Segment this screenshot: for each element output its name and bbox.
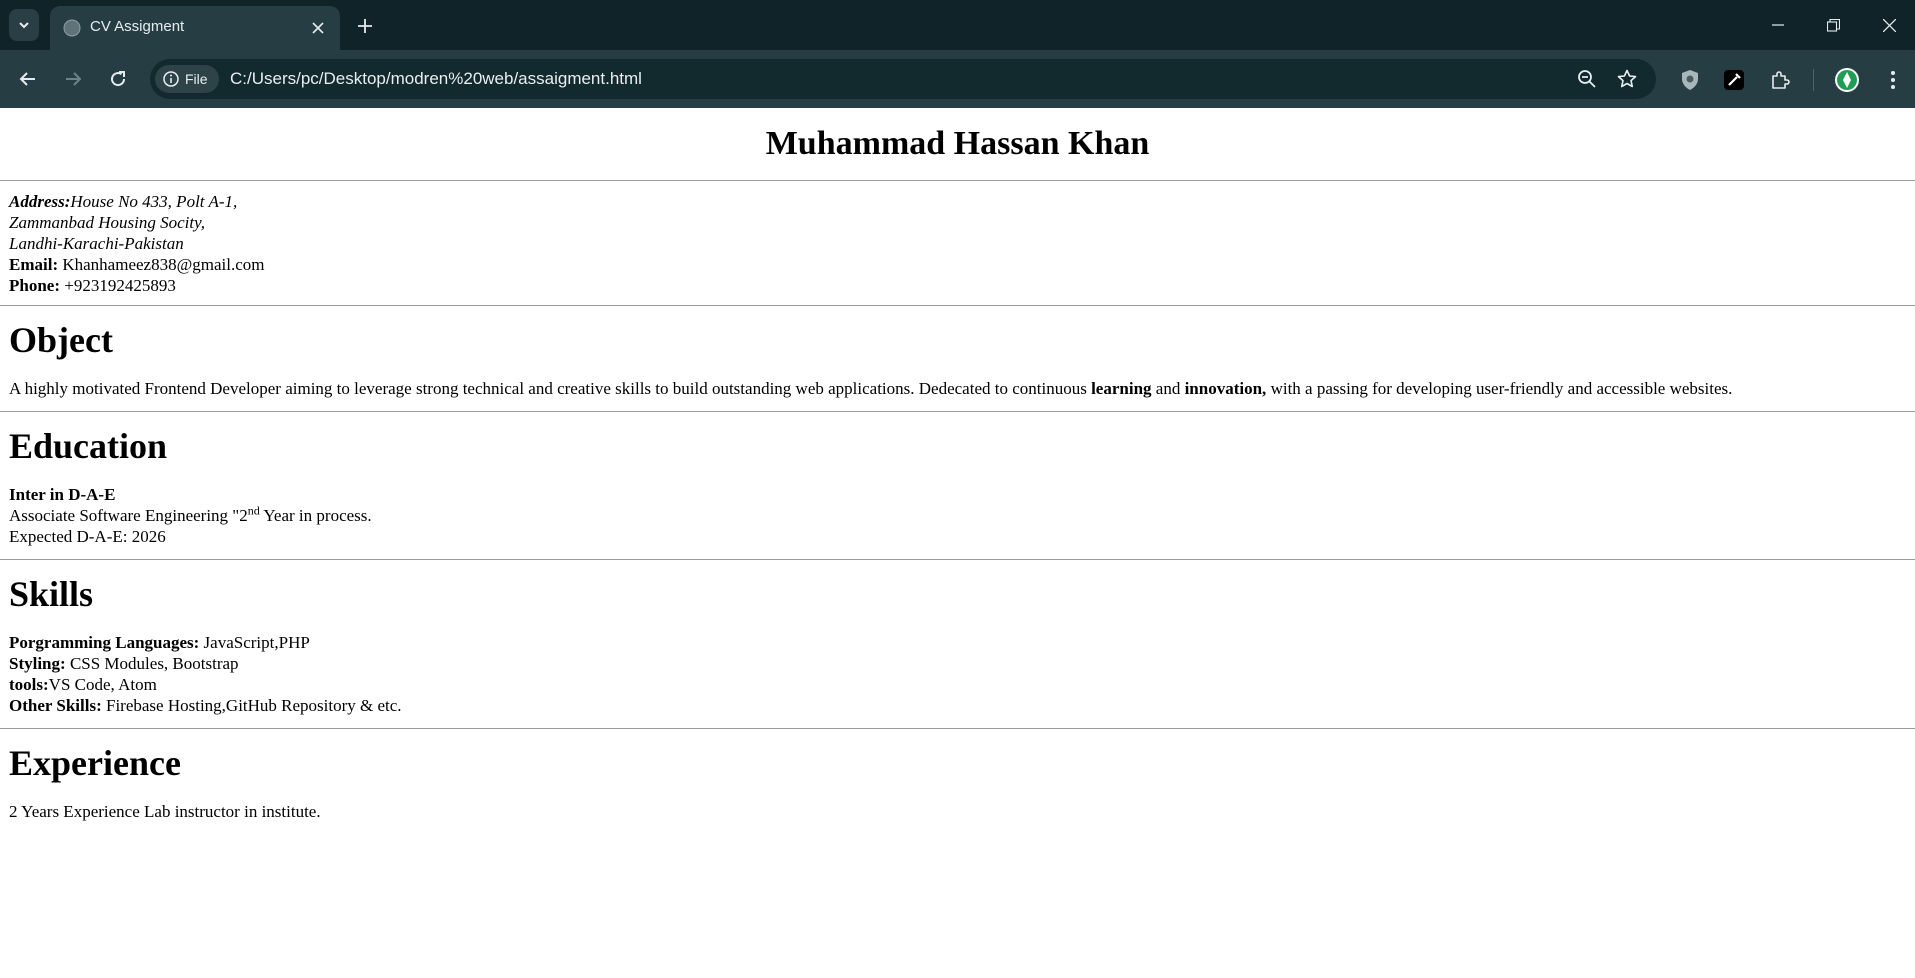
address-line-3: Landhi-Karachi-Pakistan bbox=[9, 234, 184, 253]
object-bold-innovation: innovation, bbox=[1184, 379, 1267, 398]
extensions-button[interactable] bbox=[1767, 67, 1793, 93]
profile-avatar-icon bbox=[1835, 68, 1859, 92]
puzzle-extensions-icon bbox=[1772, 71, 1790, 89]
shield-extension-icon bbox=[1682, 70, 1698, 90]
minimize-icon bbox=[1772, 24, 1784, 26]
window-close-button[interactable] bbox=[1876, 12, 1902, 38]
education-text: Year in process. bbox=[259, 506, 372, 525]
email-line: Email: Khanhameez838@gmail.com bbox=[9, 254, 1906, 275]
email-value: Khanhameez838@gmail.com bbox=[58, 255, 265, 274]
skill-value: CSS Modules, Bootstrap bbox=[65, 654, 239, 673]
skill-label: Porgramming Languages: bbox=[9, 633, 200, 652]
skill-value: VS Code, Atom bbox=[48, 675, 157, 694]
plus-icon bbox=[358, 19, 372, 33]
star-icon bbox=[1617, 69, 1637, 88]
skills-list: Porgramming Languages: JavaScript,PHP St… bbox=[9, 632, 1906, 716]
minimize-button[interactable] bbox=[1765, 12, 1791, 38]
shield-extension-button[interactable] bbox=[1677, 67, 1703, 93]
address-line-1: Address:House No 433, Polt A-1, bbox=[9, 191, 1906, 212]
education-sup: nd bbox=[247, 503, 260, 518]
browser-toolbar: File C:/Users/pc/Desktop/modren%20web/as… bbox=[0, 50, 1915, 108]
browser-menu-button[interactable] bbox=[1880, 67, 1906, 93]
skill-label: Other Skills: bbox=[9, 696, 102, 715]
education-line-2: Expected D-A-E: 2026 bbox=[9, 527, 166, 546]
address-value-1: House No 433, Polt A-1, bbox=[70, 192, 238, 211]
address-label: Address: bbox=[9, 192, 71, 211]
skills-heading: Skills bbox=[9, 574, 94, 614]
forward-button[interactable] bbox=[60, 66, 86, 92]
skill-item: tools:VS Code, Atom bbox=[9, 674, 1906, 695]
bookmark-button[interactable] bbox=[1615, 67, 1639, 91]
education-degree: Inter in D-A-E bbox=[9, 484, 1906, 505]
browser-tab-active[interactable]: CV Assigment bbox=[50, 6, 340, 50]
globe-icon bbox=[63, 19, 81, 37]
education-block: Inter in D-A-E Associate Software Engine… bbox=[9, 484, 1906, 547]
menu-kebab-icon bbox=[1891, 71, 1895, 89]
divider bbox=[0, 305, 1915, 306]
close-icon bbox=[312, 22, 324, 34]
divider bbox=[0, 559, 1915, 560]
education-text: Associate Software Engineering "2 bbox=[9, 506, 248, 525]
zoom-button[interactable] bbox=[1575, 67, 1599, 91]
object-text-part: with a passing for developing user-frien… bbox=[1266, 379, 1733, 398]
tab-list-icon bbox=[19, 22, 29, 29]
eyedropper-extension-icon bbox=[1724, 70, 1744, 90]
reload-button[interactable] bbox=[105, 66, 131, 92]
object-bold-learning: learning bbox=[1091, 379, 1152, 398]
url-text[interactable]: C:/Users/pc/Desktop/modren%20web/assaigm… bbox=[230, 69, 642, 89]
tab-title: CV Assigment bbox=[90, 18, 185, 35]
address-line-2: Zammanbad Housing Socity, bbox=[9, 213, 205, 232]
divider bbox=[0, 411, 1915, 412]
email-label: Email: bbox=[9, 255, 59, 274]
education-heading: Education bbox=[9, 426, 168, 466]
phone-value: +923192425893 bbox=[60, 276, 176, 295]
skill-item: Other Skills: Firebase Hosting,GitHub Re… bbox=[9, 695, 1906, 716]
reload-icon bbox=[111, 71, 126, 87]
skill-value: JavaScript,PHP bbox=[199, 633, 310, 652]
window-close-icon bbox=[1882, 18, 1896, 32]
divider bbox=[0, 728, 1915, 729]
experience-text: 2 Years Experience Lab instructor in ins… bbox=[9, 802, 321, 821]
address-bar[interactable]: File C:/Users/pc/Desktop/modren%20web/as… bbox=[150, 59, 1656, 99]
profile-button[interactable] bbox=[1834, 67, 1860, 93]
skill-label: tools: bbox=[9, 675, 49, 694]
site-info-chip[interactable]: File bbox=[155, 65, 219, 93]
phone-label: Phone: bbox=[9, 276, 60, 295]
skill-item: Porgramming Languages: JavaScript,PHP bbox=[9, 632, 1906, 653]
tab-strip: CV Assigment bbox=[0, 0, 1915, 50]
restore-icon bbox=[1826, 18, 1840, 32]
back-icon bbox=[19, 72, 35, 86]
divider bbox=[0, 180, 1915, 181]
restore-button[interactable] bbox=[1820, 12, 1846, 38]
object-text: A highly motivated Frontend Developer ai… bbox=[9, 378, 1906, 399]
skill-value: Firebase Hosting,GitHub Repository & etc… bbox=[101, 696, 402, 715]
degree-title: Inter in D-A-E bbox=[9, 485, 116, 504]
site-info-label: File bbox=[185, 71, 208, 87]
tab-close-button[interactable] bbox=[308, 18, 328, 38]
tab-list-button[interactable] bbox=[9, 9, 39, 41]
experience-heading: Experience bbox=[9, 743, 181, 783]
eyedropper-extension-button[interactable] bbox=[1721, 67, 1747, 93]
object-heading: Object bbox=[9, 320, 113, 360]
forward-icon bbox=[66, 72, 82, 86]
skill-item: Styling: CSS Modules, Bootstrap bbox=[9, 653, 1906, 674]
skill-label: Styling: bbox=[9, 654, 66, 673]
object-text-part: A highly motivated Frontend Developer ai… bbox=[9, 379, 1092, 398]
phone-line: Phone: +923192425893 bbox=[9, 275, 1906, 296]
back-button[interactable] bbox=[15, 66, 41, 92]
education-line-1: Associate Software Engineering "2nd Year… bbox=[9, 503, 1906, 526]
new-tab-button[interactable] bbox=[352, 13, 378, 39]
zoom-out-icon bbox=[1578, 70, 1596, 88]
object-text-part: and bbox=[1151, 379, 1185, 398]
cv-page: Muhammad Hassan Khan Address:House No 43… bbox=[0, 120, 1915, 822]
contact-block: Address:House No 433, Polt A-1, Zammanba… bbox=[9, 191, 1906, 296]
page-title: Muhammad Hassan Khan bbox=[765, 125, 1150, 162]
info-icon bbox=[163, 71, 179, 87]
toolbar-separator bbox=[1813, 69, 1814, 91]
